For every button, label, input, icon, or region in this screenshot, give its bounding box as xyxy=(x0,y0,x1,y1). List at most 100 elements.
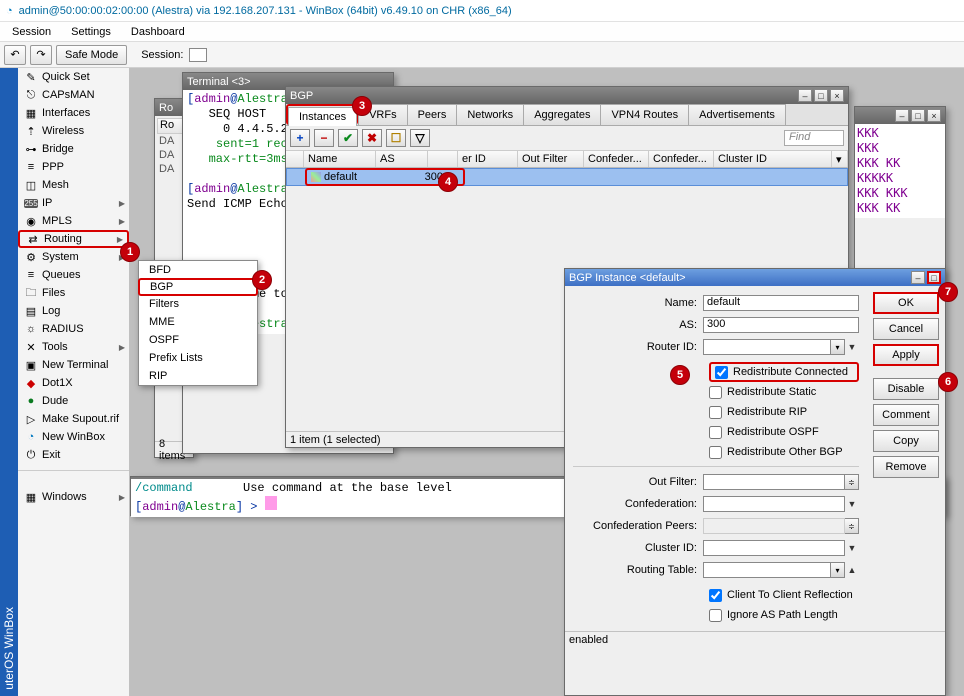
label-as: AS: xyxy=(573,319,703,331)
maximize-button[interactable]: □ xyxy=(911,109,925,122)
copy-button[interactable]: Copy xyxy=(873,430,939,452)
confederation-input[interactable] xyxy=(703,496,845,512)
sidebar-item-exit[interactable]: ⏻Exit xyxy=(18,446,129,464)
submenu-item-mme[interactable]: MME xyxy=(139,313,257,331)
bgp-tab-adv[interactable]: Advertisements xyxy=(688,104,786,125)
col-as[interactable]: AS xyxy=(376,151,428,167)
redistribute-ospf-checkbox[interactable] xyxy=(709,426,722,439)
out-filter-input[interactable] xyxy=(703,474,845,490)
maximize-button[interactable]: □ xyxy=(814,89,828,102)
routing-table-expand[interactable]: ▲ xyxy=(845,562,859,578)
close-button[interactable]: × xyxy=(830,89,844,102)
sidebar-item-new-winbox[interactable]: ◔New WinBox xyxy=(18,428,129,446)
sidebar-item-system[interactable]: ⚙System▶ xyxy=(18,248,129,266)
submenu-item-bfd[interactable]: BFD xyxy=(139,261,257,279)
callout-5: 5 xyxy=(670,365,690,385)
as-input[interactable]: 300 xyxy=(703,317,859,333)
windows-icon: ▦ xyxy=(24,491,38,504)
capsman-icon: ⎋ xyxy=(24,89,38,102)
submenu-item-ospf[interactable]: OSPF xyxy=(139,331,257,349)
close-button[interactable]: × xyxy=(927,109,941,122)
bgp-tab-networks[interactable]: Networks xyxy=(456,104,524,125)
sidebar-item-bridge[interactable]: ⊶Bridge xyxy=(18,140,129,158)
minimize-button[interactable]: – xyxy=(798,89,812,102)
redistribute-rip-checkbox[interactable] xyxy=(709,406,722,419)
router-id-input[interactable] xyxy=(703,339,831,355)
sidebar-item-ppp[interactable]: ≡PPP xyxy=(18,158,129,176)
remove-button[interactable]: Remove xyxy=(873,456,939,478)
filter-button[interactable]: ▽ xyxy=(410,129,430,147)
redistribute-static-checkbox[interactable] xyxy=(709,386,722,399)
sidebar-item-ip[interactable]: 255IP▶ xyxy=(18,194,129,212)
confederation-peers-input[interactable] xyxy=(703,518,845,534)
add-button[interactable]: + xyxy=(290,129,310,147)
sidebar-item-tools[interactable]: ✕Tools▶ xyxy=(18,338,129,356)
bgp-table-row-default[interactable]: default 300 xyxy=(286,168,848,186)
remove-button[interactable]: − xyxy=(314,129,334,147)
sidebar-item-capsman[interactable]: ⎋CAPsMAN xyxy=(18,86,129,104)
safe-mode-button[interactable]: Safe Mode xyxy=(56,45,127,65)
disable-button[interactable]: ✖ xyxy=(362,129,382,147)
callout-7: 7 xyxy=(938,282,958,302)
submenu-item-filters[interactable]: Filters xyxy=(139,295,257,313)
submenu-item-rip[interactable]: RIP xyxy=(139,367,257,385)
bgp-tab-peers[interactable]: Peers xyxy=(407,104,458,125)
redistribute-other-checkbox[interactable] xyxy=(709,446,722,459)
menu-settings[interactable]: Settings xyxy=(61,24,121,40)
sidebar-item-mpls[interactable]: ◉MPLS▶ xyxy=(18,212,129,230)
ignore-as-path-checkbox[interactable] xyxy=(709,609,722,622)
sidebar-item-dude[interactable]: ●Dude xyxy=(18,392,129,410)
col-name[interactable]: Name xyxy=(304,151,376,167)
bgp-tab-aggregates[interactable]: Aggregates xyxy=(523,104,601,125)
bgp-table-header: Name AS er ID Out Filter Confeder... Con… xyxy=(286,150,848,168)
comment-button[interactable]: Comment xyxy=(873,404,939,426)
sidebar-item-interfaces[interactable]: ▦Interfaces xyxy=(18,104,129,122)
sidebar-item-dot1x[interactable]: ◆Dot1X xyxy=(18,374,129,392)
sidebar-item-quickset[interactable]: ✎Quick Set xyxy=(18,68,129,86)
redistribute-connected-row: Redistribute Connected xyxy=(709,362,859,382)
find-input[interactable]: Find xyxy=(784,130,844,146)
terminal-secondary-window[interactable]: – □ × KKK KKK KKK KK KKKKK KKK KKK KKK K… xyxy=(854,106,946,286)
bgp-tab-instances[interactable]: Instances xyxy=(288,107,357,126)
bgp-instance-dialog[interactable]: BGP Instance <default> – □ Name: default… xyxy=(564,268,946,696)
apply-button[interactable]: Apply xyxy=(873,344,939,366)
comment-button[interactable]: ☐ xyxy=(386,129,406,147)
sidebar-item-log[interactable]: ▤Log xyxy=(18,302,129,320)
submenu-item-prefix-lists[interactable]: Prefix Lists xyxy=(139,349,257,367)
sidebar-item-routing[interactable]: ⇄Routing▶ xyxy=(18,230,129,248)
confederation-peers-dropdown[interactable]: ≑ xyxy=(845,518,859,534)
cancel-button[interactable]: Cancel xyxy=(873,318,939,340)
sidebar-item-mesh[interactable]: ◫Mesh xyxy=(18,176,129,194)
submenu-item-bgp[interactable]: BGP xyxy=(138,278,258,296)
enable-button[interactable]: ✔ xyxy=(338,129,358,147)
out-filter-dropdown[interactable]: ≑ xyxy=(845,474,859,490)
ok-button[interactable]: OK xyxy=(873,292,939,314)
minimize-button[interactable]: – xyxy=(895,109,909,122)
sidebar-item-files[interactable]: 🗀Files xyxy=(18,284,129,302)
routing-table-input[interactable] xyxy=(703,562,831,578)
menu-session[interactable]: Session xyxy=(2,24,61,40)
routing-table-dropdown[interactable]: ▾ xyxy=(831,562,845,578)
bgp-tab-vpn4[interactable]: VPN4 Routes xyxy=(600,104,689,125)
redistribute-connected-checkbox[interactable] xyxy=(715,366,728,379)
dialog-title: BGP Instance <default> – □ xyxy=(565,269,945,286)
confederation-expand[interactable]: ▼ xyxy=(845,496,859,512)
client-to-client-checkbox[interactable] xyxy=(709,589,722,602)
cluster-id-expand[interactable]: ▼ xyxy=(845,540,859,556)
sidebar-item-new-terminal[interactable]: ▣New Terminal xyxy=(18,356,129,374)
close-button[interactable]: □ xyxy=(927,271,941,284)
sidebar-item-radius[interactable]: ☼RADIUS xyxy=(18,320,129,338)
forward-button[interactable]: ↷ xyxy=(30,45,52,65)
sidebar-item-supout[interactable]: ▷Make Supout.rif xyxy=(18,410,129,428)
disable-button[interactable]: Disable xyxy=(873,378,939,400)
sidebar-item-queues[interactable]: ≡Queues xyxy=(18,266,129,284)
router-id-expand[interactable]: ▼ xyxy=(845,339,859,355)
back-button[interactable]: ↶ xyxy=(4,45,26,65)
sidebar-item-windows[interactable]: ▦Windows▶ xyxy=(18,488,129,506)
sidebar-item-wireless[interactable]: ⇡Wireless xyxy=(18,122,129,140)
menu-dashboard[interactable]: Dashboard xyxy=(121,24,195,40)
name-input[interactable]: default xyxy=(703,295,859,311)
router-id-dropdown[interactable]: ▾ xyxy=(831,339,845,355)
minimize-button[interactable]: – xyxy=(911,271,925,284)
cluster-id-input[interactable] xyxy=(703,540,845,556)
